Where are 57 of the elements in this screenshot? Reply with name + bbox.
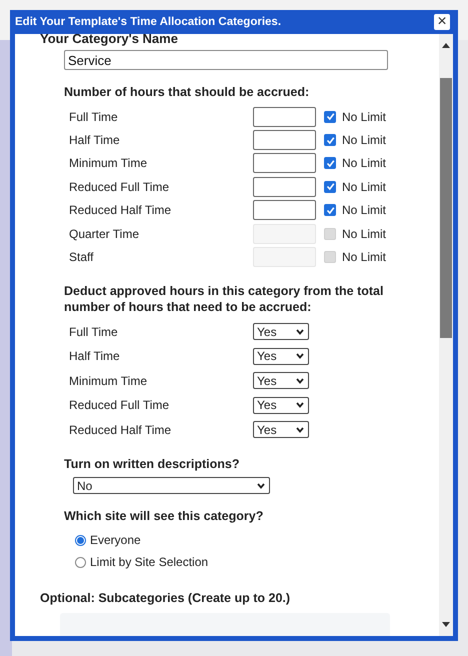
hours-field[interactable] bbox=[253, 153, 316, 174]
checkbox-label: No Limit bbox=[342, 250, 386, 264]
checkbox-label: No Limit bbox=[342, 226, 386, 241]
dropdown[interactable]: Yes bbox=[253, 372, 309, 390]
checkbox[interactable] bbox=[324, 157, 336, 170]
dialog-title: Edit Your Template's Time Allocation Categories. bbox=[15, 16, 282, 28]
checkbox[interactable] bbox=[324, 204, 336, 216]
checkbox-label: No Limit bbox=[342, 133, 386, 148]
radio-label: Limit by Site Selection bbox=[90, 555, 208, 570]
section-heading: Deduct approved hours in this category from the total number of hours that need to be accrued: bbox=[64, 282, 384, 315]
chevron-icon bbox=[257, 482, 265, 489]
checkbox-label: No Limit bbox=[342, 110, 386, 124]
row-label: Half Time bbox=[68, 349, 121, 364]
hours-field[interactable] bbox=[253, 130, 316, 150]
row-label: Staff bbox=[68, 250, 94, 264]
row-label: Reduced Full Time bbox=[68, 398, 170, 412]
row-label: Minimum Time bbox=[68, 156, 148, 170]
hours-field[interactable] bbox=[253, 200, 316, 220]
field-label: Your Category's Name bbox=[40, 34, 179, 46]
checkbox[interactable] bbox=[324, 110, 336, 123]
checkbox-label: No Limit bbox=[342, 156, 386, 170]
radio-label: Everyone bbox=[90, 533, 141, 548]
close-button[interactable]: × bbox=[434, 14, 450, 30]
row-label: Reduced Full Time bbox=[68, 180, 170, 194]
row-label: Reduced Half Time bbox=[68, 203, 172, 218]
radio-button[interactable] bbox=[75, 556, 86, 568]
row-label: Minimum Time bbox=[68, 374, 148, 388]
scroll-down-icon[interactable] bbox=[442, 622, 450, 628]
section-heading: Number of hours that should be accrued: bbox=[64, 84, 310, 100]
name-field[interactable]: Service bbox=[64, 50, 388, 70]
checkbox-label: No Limit bbox=[342, 180, 386, 194]
radio-button[interactable] bbox=[75, 534, 86, 546]
checkbox[interactable] bbox=[324, 180, 336, 193]
dropdown[interactable]: Yes bbox=[253, 421, 309, 438]
checkbox[interactable] bbox=[324, 134, 336, 146]
chevron-icon bbox=[296, 353, 304, 360]
section-heading: Optional: Subcategories (Create up to 20.) bbox=[40, 591, 292, 606]
hours-field[interactable] bbox=[253, 106, 316, 127]
row-label: Half Time bbox=[68, 133, 121, 148]
row-label: Reduced Half Time bbox=[68, 422, 172, 437]
checkbox-label: No Limit bbox=[342, 203, 386, 218]
chevron-icon bbox=[296, 426, 304, 433]
row-label: Quarter Time bbox=[68, 226, 140, 241]
row-label: Full Time bbox=[68, 324, 119, 339]
dropdown[interactable]: Yes bbox=[253, 323, 309, 340]
scrollbar[interactable] bbox=[439, 34, 453, 636]
chevron-icon bbox=[296, 328, 304, 335]
chevron-icon bbox=[296, 402, 304, 408]
row-label: Full Time bbox=[68, 110, 119, 124]
dropdown[interactable]: Yes bbox=[253, 396, 309, 414]
section-heading: Turn on written descriptions? bbox=[64, 456, 240, 472]
scroll-up-icon[interactable] bbox=[442, 42, 450, 48]
hours-field[interactable] bbox=[253, 176, 316, 197]
dropdown[interactable]: Yes bbox=[253, 348, 309, 365]
chevron-icon bbox=[296, 378, 304, 384]
dropdown[interactable]: No bbox=[73, 477, 270, 494]
section-heading: Which site will see this category? bbox=[64, 508, 264, 524]
